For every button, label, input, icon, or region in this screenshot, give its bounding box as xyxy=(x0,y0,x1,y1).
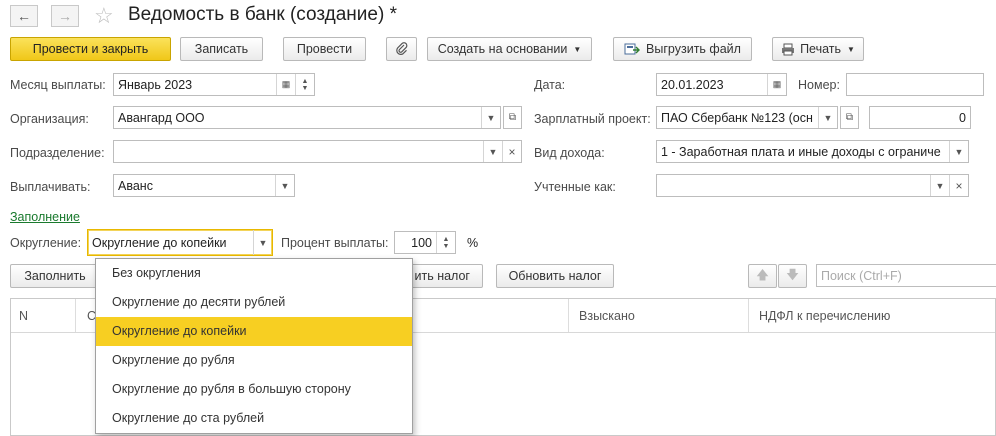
export-icon xyxy=(624,43,641,55)
chevron-down-icon[interactable]: ▼ xyxy=(818,107,837,128)
move-down-button[interactable]: 🡇 xyxy=(778,264,807,288)
column-header-collected[interactable]: Взыскано xyxy=(579,299,635,332)
salary-project-field[interactable]: ПАО Сбербанк №123 (осн ▼ xyxy=(656,106,838,129)
update-tax-button[interactable]: Обновить налог xyxy=(496,264,614,288)
post-and-close-button[interactable]: Провести и закрыть xyxy=(10,37,171,61)
counted-as-field[interactable]: ▼ × xyxy=(656,174,969,197)
chevron-down-icon[interactable]: ▼ xyxy=(949,141,968,162)
column-separator xyxy=(748,299,749,332)
rounding-dropdown-list[interactable]: Без округления Округление до десяти рубл… xyxy=(95,258,413,434)
save-button[interactable]: Записать xyxy=(180,37,263,61)
percent-label: Процент выплаты: xyxy=(281,236,389,250)
chevron-down-icon: ▼ xyxy=(573,44,582,54)
export-file-button[interactable]: Выгрузить файл xyxy=(613,37,752,61)
print-button[interactable]: Печать ▼ xyxy=(772,37,864,61)
open-salary-project-icon[interactable]: ⧉ xyxy=(840,106,859,129)
income-type-label: Вид дохода: xyxy=(534,146,605,160)
date-label: Дата: xyxy=(534,78,566,92)
post-button[interactable]: Провести xyxy=(283,37,366,61)
spin-icon[interactable]: ▲ ▼ xyxy=(295,74,314,95)
dropdown-item-round-ten-rubles[interactable]: Округление до десяти рублей xyxy=(96,288,412,317)
column-separator xyxy=(75,299,76,332)
month-label: Месяц выплаты: xyxy=(10,78,106,92)
rounding-label: Округление: xyxy=(10,236,82,250)
move-up-button[interactable]: 🡅 xyxy=(748,264,777,288)
salary-project-number-field[interactable]: 0 xyxy=(869,106,971,129)
rounding-field[interactable]: Округление до копейки ▼ xyxy=(87,229,273,256)
clear-icon[interactable]: × xyxy=(949,175,968,196)
column-header-ndfl[interactable]: НДФЛ к перечислению xyxy=(759,299,890,332)
dropdown-item-round-kopeck[interactable]: Округление до копейки xyxy=(96,317,412,346)
salary-project-label: Зарплатный проект: xyxy=(534,112,651,126)
arrow-left-icon: ← xyxy=(17,8,31,24)
division-field[interactable]: ▼ × xyxy=(113,140,522,163)
calendar-icon[interactable]: ▦ xyxy=(276,74,295,95)
arrow-up-icon: 🡅 xyxy=(756,267,769,282)
attach-button[interactable] xyxy=(386,37,417,61)
dropdown-item-round-ruble-up[interactable]: Округление до рубля в большую сторону xyxy=(96,375,412,404)
column-separator xyxy=(568,299,569,332)
printer-icon xyxy=(782,43,795,55)
date-field[interactable]: 20.01.2023 ▦ xyxy=(656,73,787,96)
back-button[interactable]: ← xyxy=(10,5,38,27)
chevron-down-icon[interactable]: ▼ xyxy=(275,175,294,196)
counted-as-label: Учтенные как: xyxy=(534,180,616,194)
paperclip-icon xyxy=(395,42,407,55)
dropdown-item-no-rounding[interactable]: Без округления xyxy=(96,259,412,288)
division-label: Подразделение: xyxy=(10,146,105,160)
open-organization-icon[interactable]: ⧉ xyxy=(503,106,522,129)
dropdown-item-round-ruble[interactable]: Округление до рубля xyxy=(96,346,412,375)
calendar-icon[interactable]: ▦ xyxy=(767,74,786,95)
percent-unit: % xyxy=(467,236,479,250)
arrow-down-icon: 🡇 xyxy=(786,267,799,282)
chevron-down-icon[interactable]: ▼ xyxy=(253,230,272,255)
chevron-down-icon[interactable]: ▼ xyxy=(481,107,500,128)
chevron-down-icon[interactable]: ▼ xyxy=(483,141,502,162)
organization-label: Организация: xyxy=(10,112,89,126)
number-field[interactable] xyxy=(846,73,984,96)
column-header-n[interactable]: N xyxy=(19,299,28,332)
chevron-down-icon: ▼ xyxy=(847,44,855,54)
window-title: Ведомость в банк (создание) * xyxy=(128,4,397,25)
arrow-right-icon: → xyxy=(58,8,72,24)
income-type-field[interactable]: 1 - Заработная плата и иные доходы с огр… xyxy=(656,140,969,163)
pay-field[interactable]: Аванс ▼ xyxy=(113,174,295,197)
create-based-on-button[interactable]: Создать на основании ▼ xyxy=(427,37,592,61)
number-label: Номер: xyxy=(798,78,840,92)
fill-button[interactable]: Заполнить xyxy=(10,264,100,288)
dropdown-item-round-hundred-rubles[interactable]: Округление до ста рублей xyxy=(96,404,412,433)
search-input[interactable]: Поиск (Ctrl+F) xyxy=(816,264,996,287)
percent-field[interactable]: 100 ▲ ▼ xyxy=(394,231,456,254)
favorite-star-icon[interactable]: ☆ xyxy=(94,3,114,29)
spin-icon[interactable]: ▲ ▼ xyxy=(436,232,455,253)
organization-field[interactable]: Авангард ООО ▼ xyxy=(113,106,501,129)
pay-label: Выплачивать: xyxy=(10,180,91,194)
forward-button[interactable]: → xyxy=(51,5,79,27)
chevron-down-icon[interactable]: ▼ xyxy=(930,175,949,196)
month-field[interactable]: Январь 2023 ▦ ▲ ▼ xyxy=(113,73,315,96)
fill-section-link[interactable]: Заполнение xyxy=(10,210,80,224)
clear-icon[interactable]: × xyxy=(502,141,521,162)
